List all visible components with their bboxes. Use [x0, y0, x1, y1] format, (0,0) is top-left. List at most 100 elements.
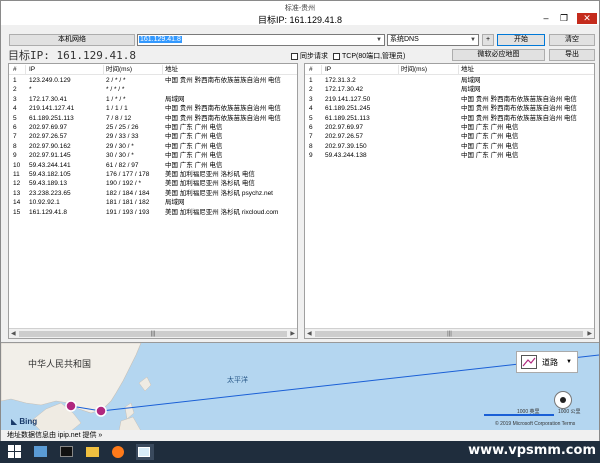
chevron-down-icon[interactable]: ▼ — [566, 359, 572, 365]
table-row[interactable]: 14 10.92.92.1 181 / 181 / 182 局域网 — [9, 198, 297, 207]
hop-time: 1 / * / * — [106, 95, 126, 103]
hop-time: 7 / 8 / 12 — [106, 114, 132, 122]
locate-me-icon[interactable] — [554, 391, 572, 409]
scroll-grip-icon: ||| — [150, 331, 156, 337]
table-row[interactable]: 6 202.97.69.97 中国 广东 广州 电信 — [305, 123, 594, 132]
table-row[interactable]: 11 59.43.182.105 176 / 177 / 178 美国 加利福尼亚州 … — [9, 170, 297, 179]
hop-address: 局域网 — [461, 86, 481, 94]
hop-index: 6 — [309, 124, 313, 131]
app-title: 标准-贵州 — [284, 5, 316, 12]
windows-start-icon[interactable] — [6, 444, 24, 460]
hop-index: 2 — [13, 86, 17, 94]
hop-ip: 23.238.223.65 — [29, 189, 71, 197]
hop-address: 美国 加利福尼亚州 洛杉矶 电信 — [165, 180, 255, 188]
hop-index: 7 — [309, 133, 313, 141]
hop-ip: 172.17.30.42 — [325, 86, 363, 94]
table-row[interactable]: 2 * * / * / * — [9, 85, 297, 94]
table-row[interactable]: 9 59.43.244.138 中国 广东 广州 电信 — [305, 151, 594, 160]
minimize-icon[interactable]: – — [539, 13, 553, 24]
table-row[interactable]: 5 61.189.251.113 7 / 8 / 12 中国 贵州 黔西南布依族苗族自… — [9, 114, 297, 123]
hop-time: 30 / 30 / * — [106, 152, 134, 160]
table-row[interactable]: 9 202.97.91.145 30 / 30 / * 中国 广东 广州 电信 — [9, 151, 297, 160]
route-map[interactable]: 中华人民共和国 太平洋 道路 ▼ ◣ Bing 1000 英里 1000 公里 … — [1, 342, 599, 430]
table-row[interactable]: 6 202.97.69.97 25 / 25 / 26 中国 广东 广州 电信 — [9, 123, 297, 132]
firefox-icon[interactable] — [110, 444, 128, 460]
checkbox-box[interactable] — [333, 52, 340, 60]
target-input[interactable]: 161.129.41.8 ▼ — [137, 34, 385, 46]
hop-index: 3 — [309, 95, 313, 103]
hop-address: 中国 广东 广州 电信 — [461, 142, 519, 150]
table-row[interactable]: 13 23.238.223.65 182 / 184 / 184 美国 加利福尼亚州 … — [9, 189, 297, 198]
table-row[interactable]: 7 202.97.26.57 29 / 33 / 33 中国 广东 广州 电信 — [9, 132, 297, 141]
table-row[interactable]: 7 202.97.26.57 中国 广东 广州 电信 — [305, 132, 594, 141]
scroll-right-icon[interactable]: ▶ — [290, 329, 295, 338]
horizontal-scrollbar[interactable]: ◀ ||| ▶ — [9, 328, 297, 338]
hop-ip: 202.97.91.145 — [29, 152, 71, 160]
table-row[interactable]: 1 172.31.3.2 局域网 — [305, 76, 594, 85]
start-button[interactable]: 开始 — [497, 34, 545, 46]
local-network-button[interactable]: 本机网络 — [9, 34, 135, 46]
col-time: 时间(ms) — [401, 66, 427, 73]
table-row[interactable]: 4 219.141.127.41 1 / 1 / 1 中国 贵州 黔西南布依族苗族自治… — [9, 104, 297, 113]
terminal-icon[interactable] — [58, 444, 76, 460]
table-row[interactable]: 10 59.43.244.141 61 / 82 / 97 中国 广东 广州 电信 — [9, 161, 297, 170]
watermark: www.vpsmm.com — [468, 443, 596, 458]
hop-address: 中国 贵州 黔西南布依族苗族自治州 电信 — [165, 114, 281, 122]
table-row[interactable]: 8 202.97.39.150 中国 广东 广州 电信 — [305, 142, 594, 151]
col-address: 地址 — [165, 66, 178, 73]
export-button[interactable]: 导出 — [549, 49, 595, 61]
hop-index: 2 — [309, 86, 313, 94]
table-row[interactable]: 2 172.17.30.42 局域网 — [305, 85, 594, 94]
ocean-label: 太平洋 — [227, 377, 248, 384]
dns-select[interactable]: 系统DNS ▼ — [387, 34, 479, 46]
table-row[interactable]: 8 202.97.90.162 29 / 30 / * 中国 广东 广州 电信 — [9, 142, 297, 151]
dns-select-value: 系统DNS — [390, 36, 419, 43]
hop-index: 4 — [309, 105, 313, 113]
table-row[interactable]: 3 172.17.30.41 1 / * / * 局域网 — [9, 95, 297, 104]
table-row[interactable]: 5 61.189.251.113 中国 贵州 黔西南布依族苗族自治州 电信 — [305, 114, 594, 123]
china-label: 中华人民共和国 — [28, 359, 92, 369]
scroll-right-icon[interactable]: ▶ — [587, 329, 592, 338]
table-row[interactable]: 15 161.129.41.8 191 / 193 / 193 美国 加利福尼亚州 洛… — [9, 208, 297, 217]
hop-time: 176 / 177 / 178 — [106, 171, 150, 178]
left-trace-table[interactable]: # IP 时间(ms) 地址 1 123.249.0.129 2 / * / * 中国… — [8, 63, 298, 339]
besttrace-taskbar-icon[interactable] — [136, 444, 154, 460]
scale-label-km: 1000 公里 — [558, 409, 581, 415]
table-row[interactable]: 3 219.141.127.50 中国 贵州 黔西南布依族苗族自治州 电信 — [305, 95, 594, 104]
hop-ip: 61.189.251.113 — [325, 114, 370, 122]
server-manager-icon[interactable] — [32, 444, 50, 460]
hop-index: 6 — [13, 124, 17, 131]
hop-address: 中国 广东 广州 电信 — [461, 133, 519, 141]
tcp-checkbox[interactable]: TCP(80端口,管理员) — [333, 51, 405, 61]
hop-address: 局域网 — [165, 95, 185, 103]
close-icon[interactable]: ✕ — [577, 13, 597, 24]
title-bar[interactable]: 标准-贵州 目标IP: 161.129.41.8 – ❐ ✕ — [1, 1, 599, 25]
table-row[interactable]: 12 59.43.189.13 190 / 192 / * 美国 加利福尼亚州 洛杉矶… — [9, 179, 297, 188]
hop-index: 9 — [13, 152, 17, 160]
sync-request-checkbox[interactable]: 同步请求 — [291, 51, 328, 61]
right-trace-table[interactable]: # IP 时间(ms) 地址 1 172.31.3.2 局域网 2 172.17.30.… — [304, 63, 595, 339]
bing-map-button[interactable]: 微软必应地图 — [452, 49, 545, 61]
bing-label: Bing — [19, 417, 38, 426]
horizontal-scrollbar[interactable]: ◀ ||| ▶ — [305, 328, 594, 338]
clear-button[interactable]: 清空 — [549, 34, 595, 46]
table-row[interactable]: 1 123.249.0.129 2 / * / * 中国 贵州 黔西南布依族苗族自治州… — [9, 76, 297, 85]
hop-ip: 59.43.182.105 — [29, 171, 71, 178]
hop-address: 局域网 — [461, 77, 481, 84]
chevron-down-icon[interactable]: ▼ — [470, 35, 476, 45]
hop-address: 中国 广东 广州 电信 — [165, 161, 223, 169]
hop-address: 中国 贵州 黔西南布依族苗族自治州 电信 — [461, 114, 577, 122]
map-type-select[interactable]: 道路 ▼ — [516, 351, 578, 373]
checkbox-box[interactable] — [291, 52, 298, 60]
hop-address: 中国 贵州 黔西南布依族苗族自治州 电信 — [165, 105, 281, 113]
hop-address: 美国 加利福尼亚州 洛杉矶 rixcloud.com — [165, 208, 279, 216]
maximize-icon[interactable]: ❐ — [557, 13, 571, 24]
hop-index: 14 — [13, 199, 21, 207]
hop-index: 12 — [13, 180, 21, 188]
hop-ip: 202.97.39.150 — [325, 142, 367, 150]
table-row[interactable]: 4 61.189.251.245 中国 贵州 黔西南布依族苗族自治州 电信 — [305, 104, 594, 113]
add-button[interactable]: + — [482, 34, 494, 46]
hop-index: 5 — [13, 114, 17, 122]
folder-icon[interactable] — [84, 444, 102, 460]
chevron-down-icon[interactable]: ▼ — [376, 35, 382, 45]
